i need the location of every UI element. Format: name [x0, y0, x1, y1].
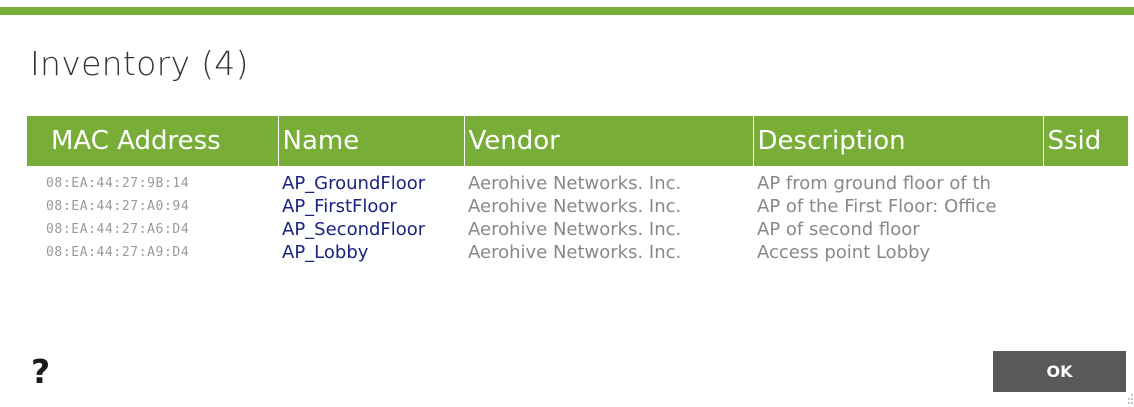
name-cell[interactable]: AP_Lobby: [278, 241, 464, 264]
resize-grip-icon[interactable]: [1127, 393, 1134, 405]
table-row[interactable]: 08:EA:44:27:9B:14 AP_GroundFloor Aerohiv…: [27, 166, 1128, 195]
mac-address-cell: 08:EA:44:27:A0:94: [46, 199, 190, 214]
dialog-title: Inventory (4): [30, 44, 249, 83]
vendor-cell: Aerohive Networks. Inc.: [468, 219, 682, 240]
mac-address-cell: 08:EA:44:27:9B:14: [46, 176, 190, 191]
vendor-cell: Aerohive Networks. Inc.: [468, 173, 682, 194]
description-cell: AP of the First Floor: Office: [757, 196, 997, 217]
vendor-cell: Aerohive Networks. Inc.: [468, 242, 682, 263]
table-row[interactable]: 08:EA:44:27:A9:D4 AP_Lobby Aerohive Netw…: [27, 241, 1128, 264]
ssid-cell: [1043, 195, 1128, 218]
table-row[interactable]: 08:EA:44:27:A6:D4 AP_SecondFloor Aerohiv…: [27, 218, 1128, 241]
column-header-name[interactable]: Name: [278, 116, 465, 166]
mac-address-cell: 08:EA:44:27:A6:D4: [46, 222, 190, 237]
column-header-mac-address[interactable]: MAC Address: [27, 116, 279, 166]
ssid-cell: [1043, 166, 1128, 195]
dialog-accent-bar: [0, 7, 1134, 15]
table-row[interactable]: 08:EA:44:27:A0:94 AP_FirstFloor Aerohive…: [27, 195, 1128, 218]
question-mark-icon[interactable]: ?: [31, 352, 50, 391]
inventory-table-container[interactable]: MAC Address Name Vendor Description Ssid…: [27, 116, 1128, 286]
column-header-vendor[interactable]: Vendor: [464, 116, 754, 166]
name-cell[interactable]: AP_FirstFloor: [278, 195, 464, 218]
name-cell[interactable]: AP_SecondFloor: [278, 218, 464, 241]
ok-button[interactable]: OK: [993, 351, 1126, 392]
description-cell: AP of second floor: [757, 219, 920, 240]
ssid-cell: [1043, 218, 1128, 241]
description-cell: Access point Lobby: [757, 242, 931, 263]
column-header-ssid[interactable]: Ssid: [1043, 116, 1128, 166]
inventory-table: MAC Address Name Vendor Description Ssid…: [27, 116, 1128, 264]
inventory-dialog: Inventory (4) MAC Address Name Vendor De…: [0, 0, 1134, 407]
description-cell: AP from ground floor of th: [757, 173, 991, 194]
name-cell[interactable]: AP_GroundFloor: [278, 166, 464, 195]
mac-address-cell: 08:EA:44:27:A9:D4: [46, 245, 190, 260]
table-header-row: MAC Address Name Vendor Description Ssid: [27, 116, 1128, 166]
vendor-cell: Aerohive Networks. Inc.: [468, 196, 682, 217]
ssid-cell: [1043, 241, 1128, 264]
column-header-description[interactable]: Description: [753, 116, 1044, 166]
